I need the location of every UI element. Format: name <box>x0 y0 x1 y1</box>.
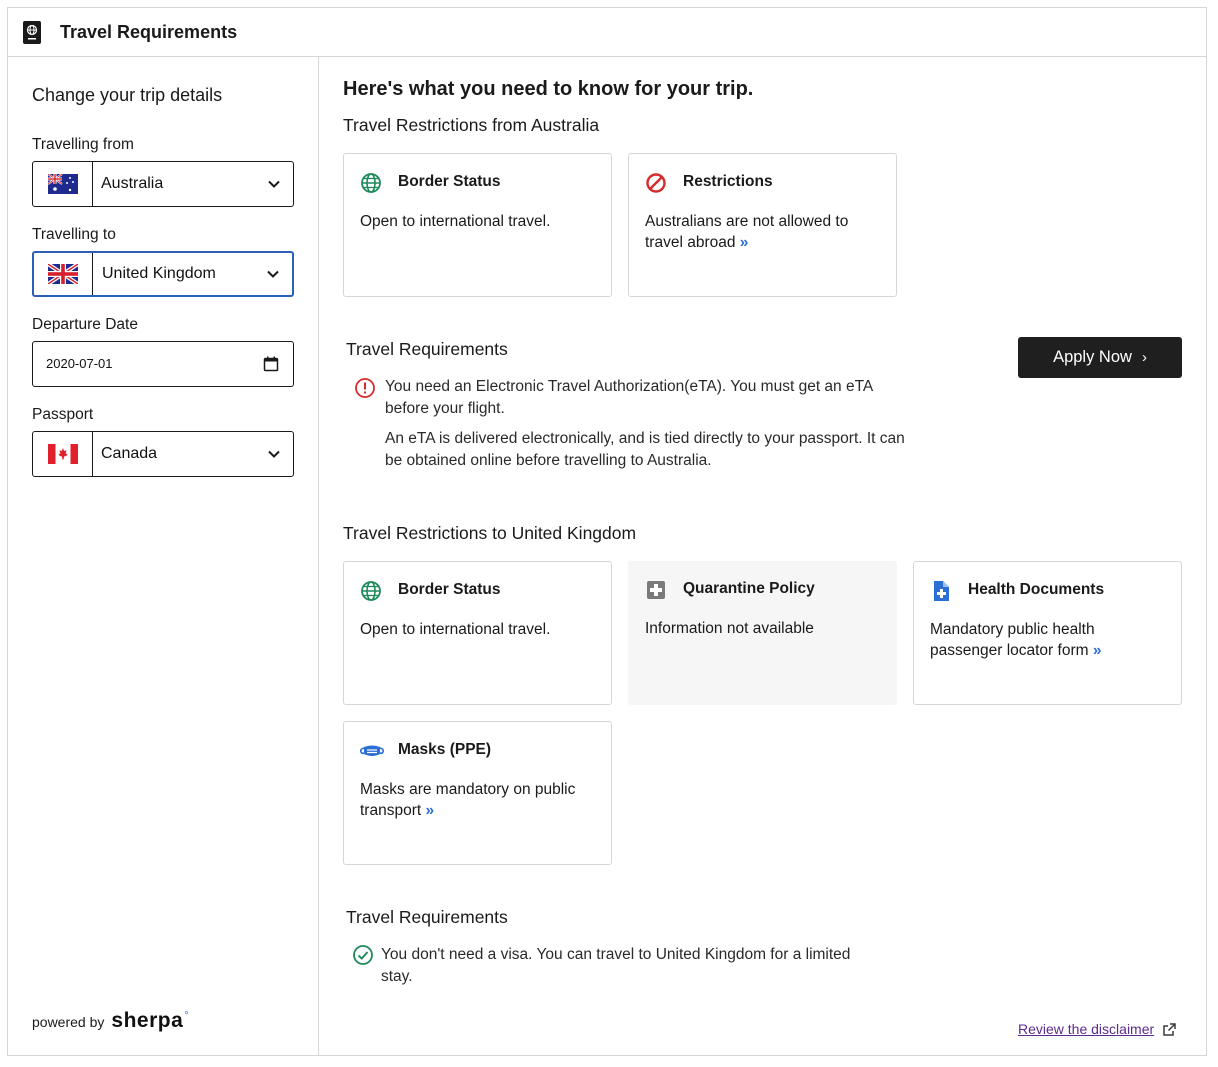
eta-requirement-text: You need an Electronic Travel Authorizat… <box>385 378 873 417</box>
read-more-link[interactable]: » <box>1093 642 1102 659</box>
passport-select[interactable]: Canada <box>32 431 294 477</box>
external-link-icon <box>1163 1022 1176 1036</box>
trip-info-main: Here's what you need to know for your tr… <box>320 57 1208 1055</box>
restrictions-from-title: Travel Restrictions from Australia <box>343 115 600 135</box>
passport-value: Canada <box>101 445 158 462</box>
masks-card: Masks (PPE) Masks are mandatory on publi… <box>343 721 612 865</box>
border-status-card: Border Status Open to international trav… <box>343 153 612 297</box>
travel-requirements-title: Travel Requirements <box>346 907 508 927</box>
passport-icon <box>23 21 41 44</box>
trip-details-sidebar: Change your trip details Travelling from <box>8 57 319 1055</box>
card-title: Masks (PPE) <box>398 741 492 758</box>
sherpa-logo-mark: ° <box>184 1010 189 1022</box>
restrictions-card: Restrictions Australians are not allowed… <box>628 153 897 297</box>
card-text: Open to international travel. <box>360 213 551 230</box>
travel-requirements-title: Travel Requirements <box>346 339 508 359</box>
travelling-to-label: Travelling to <box>32 226 116 243</box>
card-text: Masks are mandatory on public transport … <box>360 779 600 821</box>
check-circle-icon <box>353 945 373 965</box>
card-text-body: Mandatory public health passenger locato… <box>930 621 1095 659</box>
passport-label: Passport <box>32 406 94 423</box>
calendar-icon[interactable] <box>263 356 279 372</box>
visa-requirement-text: You don't need a visa. You can travel to… <box>381 946 851 985</box>
read-more-link[interactable]: » <box>740 234 749 251</box>
no-entry-icon <box>646 173 666 193</box>
uk-flag-icon <box>48 264 78 284</box>
sherpa-logo: sherpa <box>111 1009 184 1032</box>
health-documents-card: Health Documents Mandatory public health… <box>913 561 1182 705</box>
chevron-down-icon <box>267 270 279 278</box>
app-frame: Travel Requirements Change your trip det… <box>7 7 1207 1056</box>
quarantine-policy-card: Quarantine Policy Information not availa… <box>628 561 897 705</box>
card-title: Restrictions <box>683 173 773 190</box>
globe-icon <box>361 173 381 193</box>
medical-cross-icon <box>647 581 665 599</box>
restrictions-to-title: Travel Restrictions to United Kingdom <box>343 523 637 543</box>
health-document-icon <box>934 581 949 601</box>
card-title: Health Documents <box>968 581 1105 598</box>
border-status-card: Border Status Open to international trav… <box>343 561 612 705</box>
alert-circle-icon <box>355 378 375 398</box>
chevron-down-icon <box>268 450 280 458</box>
globe-icon <box>361 581 381 601</box>
review-disclaimer-link[interactable]: Review the disclaimer <box>1018 1021 1177 1037</box>
apply-now-button[interactable]: Apply Now › <box>1018 337 1182 378</box>
card-text-body: Masks are mandatory on public transport <box>360 781 576 819</box>
app-header: Travel Requirements <box>8 8 1206 57</box>
chevron-down-icon <box>268 180 280 188</box>
departure-date-label: Departure Date <box>32 316 138 333</box>
australia-flag-icon <box>47 174 78 194</box>
mask-icon <box>360 745 384 756</box>
travelling-from-select[interactable]: Australia <box>32 161 294 207</box>
chevron-right-icon: › <box>1141 349 1147 366</box>
departure-date-value: 2020-07-01 <box>46 356 113 371</box>
eta-requirement-detail: An eTA is delivered electronically, and … <box>385 430 905 469</box>
card-title: Border Status <box>398 581 501 598</box>
travelling-from-label: Travelling from <box>32 136 134 153</box>
card-text: Information not available <box>645 620 814 637</box>
travelling-to-select[interactable]: United Kingdom <box>32 251 294 297</box>
powered-by-text: powered by <box>32 1014 105 1030</box>
travelling-to-value: United Kingdom <box>102 265 216 282</box>
read-more-link[interactable]: » <box>425 802 434 819</box>
disclaimer-label: Review the disclaimer <box>1018 1021 1155 1037</box>
apply-now-label: Apply Now <box>1053 348 1132 366</box>
powered-by: powered by sherpa ° <box>32 1009 189 1033</box>
page-title: Here's what you need to know for your tr… <box>343 78 754 100</box>
card-title: Quarantine Policy <box>683 580 815 597</box>
sidebar-heading: Change your trip details <box>32 85 223 105</box>
canada-flag-icon <box>47 444 78 464</box>
app-title: Travel Requirements <box>60 22 238 42</box>
departure-date-input[interactable]: 2020-07-01 <box>32 341 294 387</box>
card-text: Open to international travel. <box>360 621 551 638</box>
travelling-from-value: Australia <box>101 175 164 192</box>
card-text: Mandatory public health passenger locato… <box>930 619 1170 661</box>
card-text: Australians are not allowed to travel ab… <box>645 211 885 253</box>
card-title: Border Status <box>398 173 501 190</box>
